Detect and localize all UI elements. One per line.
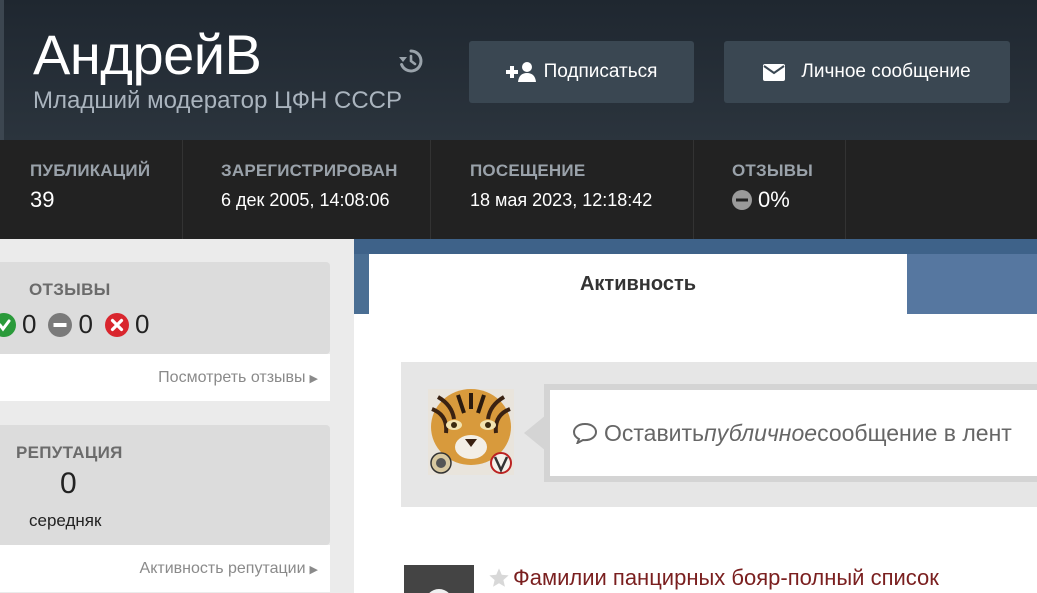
- tab-activity[interactable]: Активность: [369, 254, 907, 314]
- feedback-negative-count: 0: [134, 309, 150, 339]
- profile-rank: Младший модератор ЦФН СССР: [33, 87, 403, 114]
- positive-icon: [0, 312, 16, 337]
- reputation-box: РЕПУТАЦИЯ 0 середняк: [0, 425, 330, 545]
- stat-posts: ПУБЛИКАЦИЙ 39: [30, 140, 183, 239]
- negative-icon: [104, 312, 129, 337]
- feedback-title: ОТЗЫВЫ: [29, 280, 111, 299]
- profile-name: АндрейВ: [33, 23, 262, 86]
- message-button[interactable]: Личное сообщение: [724, 41, 1010, 103]
- stat-last-visit-label: ПОСЕЩЕНИЕ: [470, 161, 586, 180]
- view-feedback-link-label: Посмотреть отзывы: [158, 369, 306, 386]
- stat-feedback: ОТЗЫВЫ 0%: [732, 140, 846, 239]
- star-icon[interactable]: [488, 567, 510, 589]
- neutral-icon: [732, 190, 752, 210]
- reputation-level: середняк: [29, 511, 102, 530]
- follow-button[interactable]: Подписаться: [469, 41, 694, 103]
- feed-item-title[interactable]: Фамилии панцирных бояр-полный список: [513, 565, 939, 591]
- stat-joined: ЗАРЕГИСТРИРОВАН 6 дек 2005, 14:08:06: [221, 140, 431, 239]
- reputation-activity-link-label: Активность репутации: [139, 560, 306, 577]
- reputation-value: 0: [60, 467, 77, 500]
- list-item: Фамилии панцирных бояр-полный список: [404, 565, 1037, 593]
- envelope-icon: [763, 63, 786, 81]
- status-bubble: Оставить публичное сообщение в лент: [544, 384, 1037, 482]
- tab-bar: Активность: [354, 239, 1037, 314]
- stat-last-visit: ПОСЕЩЕНИЕ 18 мая 2023, 12:18:42: [470, 140, 694, 239]
- profile-header: АндрейВ Младший модератор ЦФН СССР Подпи…: [0, 0, 1037, 140]
- stat-feedback-value[interactable]: 0%: [732, 187, 790, 213]
- stat-last-visit-value: 18 мая 2023, 12:18:42: [470, 190, 653, 210]
- tab-bar-strip: [354, 239, 1037, 254]
- neutral-icon: [48, 312, 73, 337]
- stat-posts-value[interactable]: 39: [30, 187, 54, 213]
- status-input[interactable]: Оставить публичное сообщение в лент: [550, 390, 1037, 476]
- stat-feedback-percent: 0%: [758, 187, 790, 212]
- feedback-box: ОТЗЫВЫ 0 0 0: [0, 262, 330, 354]
- reputation-title: РЕПУТАЦИЯ: [16, 443, 123, 462]
- comment-icon: [572, 422, 598, 444]
- tiger-avatar-image: [428, 389, 514, 475]
- stat-feedback-label: ОТЗЫВЫ: [732, 161, 814, 180]
- profile-sidebar: ОТЗЫВЫ 0 0 0 Посмотреть отзывы ▶ РЕПУТАЦИ…: [0, 239, 354, 593]
- bubble-pointer: [524, 415, 546, 451]
- feedback-positive-count: 0: [22, 309, 37, 339]
- reputation-activity-link[interactable]: Активность репутации ▶: [0, 545, 330, 592]
- status-input-emphasis: публичное: [704, 419, 818, 446]
- history-icon[interactable]: [398, 48, 424, 74]
- stat-posts-label: ПУБЛИКАЦИЙ: [30, 161, 151, 180]
- profile-stats: ПУБЛИКАЦИЙ 39 ЗАРЕГИСТРИРОВАН 6 дек 2005…: [0, 140, 1037, 239]
- chevron-right-icon: ▶: [309, 564, 318, 576]
- status-composer: Оставить публичное сообщение в лент: [401, 362, 1037, 507]
- status-input-suffix: сообщение в лент: [817, 419, 1012, 446]
- stat-joined-value: 6 дек 2005, 14:08:06: [221, 190, 390, 210]
- avatar[interactable]: [428, 389, 514, 475]
- user-plus-icon: [505, 62, 536, 82]
- feedback-counts: 0 0 0: [0, 309, 161, 340]
- user-silhouette-icon: [404, 565, 474, 593]
- message-button-label: Личное сообщение: [801, 61, 971, 82]
- view-feedback-link[interactable]: Посмотреть отзывы ▶: [0, 354, 330, 401]
- stat-joined-label: ЗАРЕГИСТРИРОВАН: [221, 161, 398, 180]
- chevron-right-icon: ▶: [309, 373, 318, 385]
- follow-button-label: Подписаться: [543, 61, 658, 82]
- feedback-neutral-count: 0: [78, 309, 93, 339]
- feed-avatar[interactable]: [404, 565, 474, 593]
- profile-main: Активность Оставить публичное сообщение …: [354, 239, 1037, 593]
- status-input-prefix: Оставить: [604, 419, 705, 446]
- tab-next[interactable]: [907, 254, 1037, 314]
